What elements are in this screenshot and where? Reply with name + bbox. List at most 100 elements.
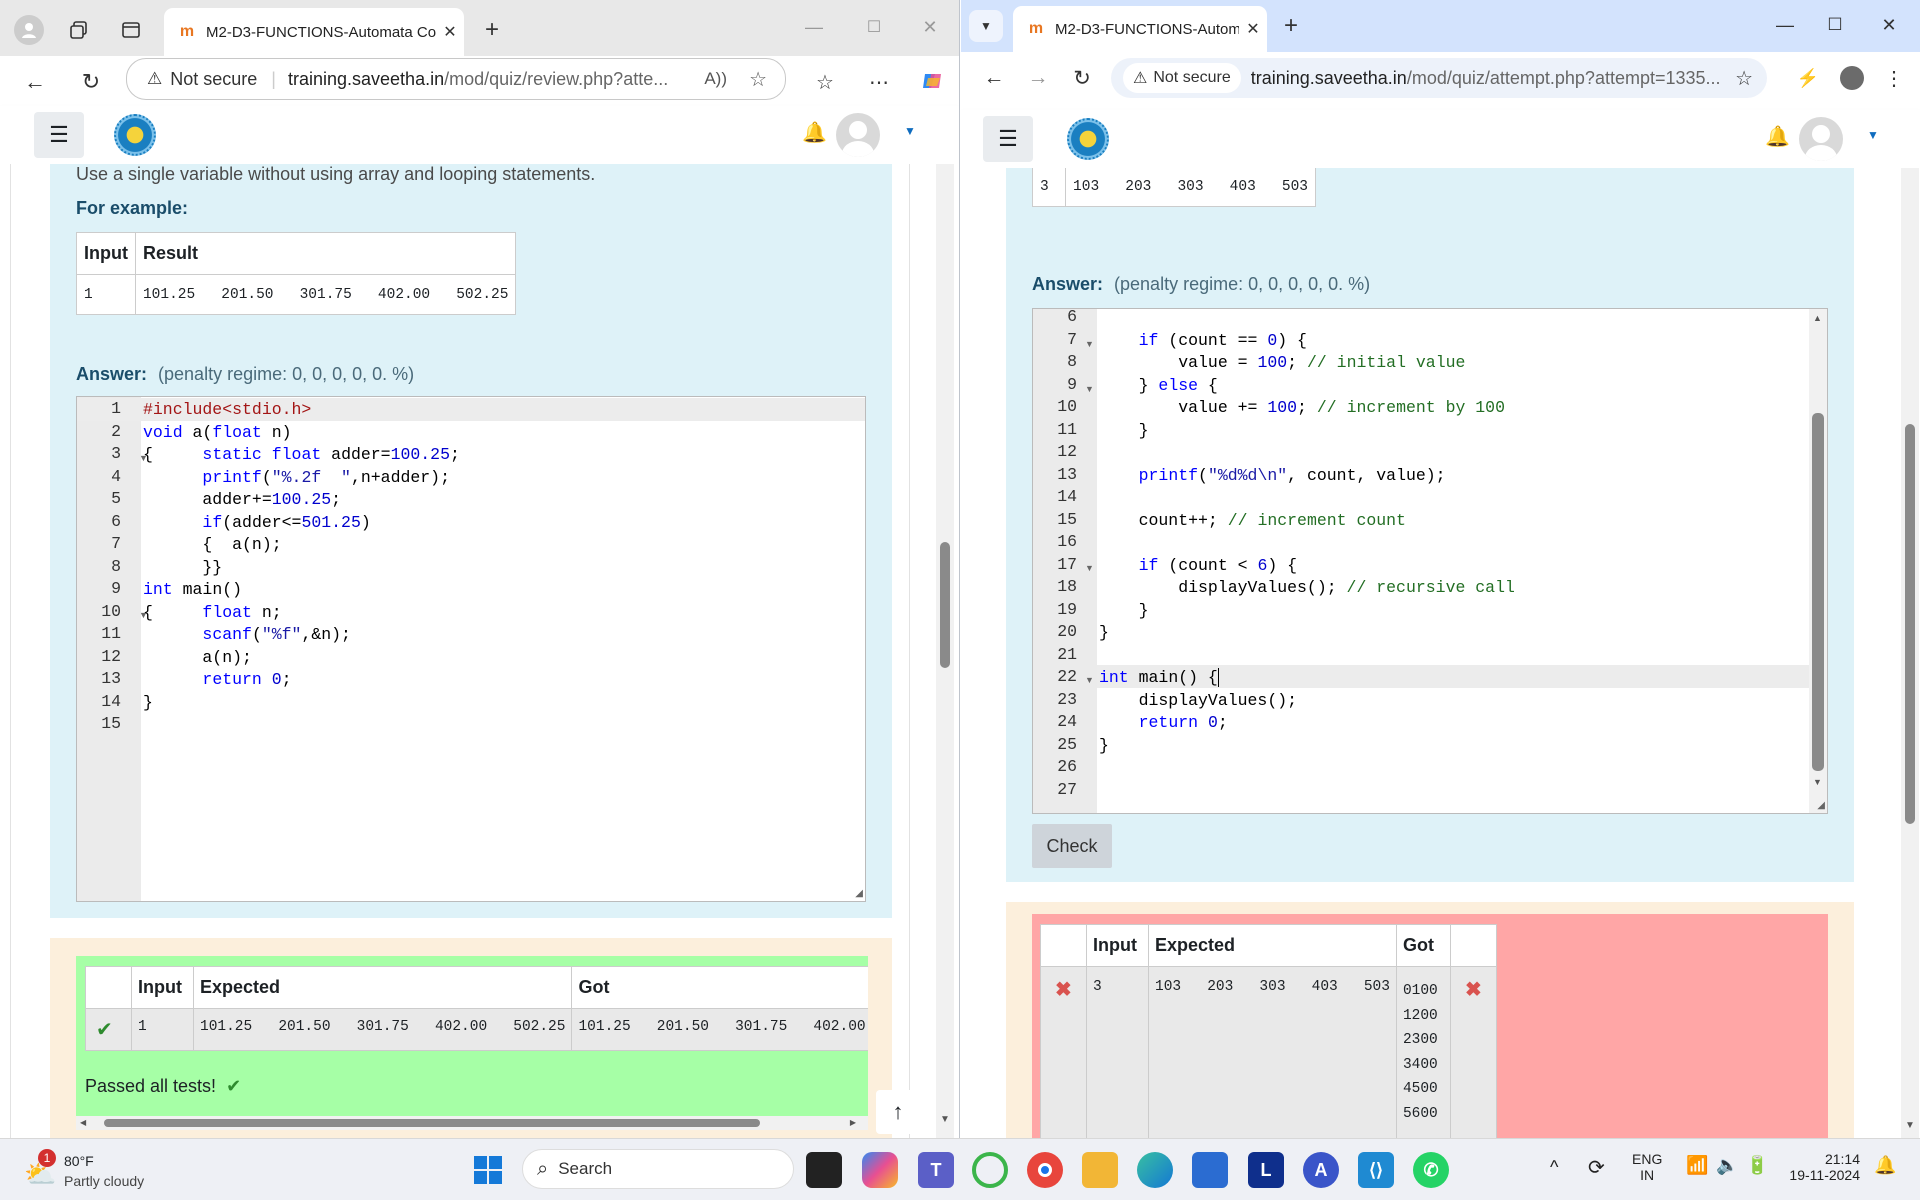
results-expected-cell: 101.25 201.50 301.75 402.00 502.25 [192, 1008, 573, 1051]
scroll-down-icon[interactable]: ▼ [940, 1114, 950, 1125]
file-explorer-icon[interactable] [1082, 1152, 1118, 1188]
user-avatar[interactable] [836, 113, 880, 157]
user-menu-chevron-down-icon[interactable]: ▼ [904, 124, 916, 138]
scroll-left-icon[interactable]: ◀ [80, 1118, 86, 1127]
scroll-down-icon[interactable]: ▼ [1813, 777, 1822, 787]
tab-quiz-attempt[interactable]: m M2-D3-FUNCTIONS-Automata ✕ [1013, 6, 1267, 52]
menu-kebab-icon[interactable]: ⋮ [1879, 61, 1909, 95]
wifi-icon[interactable]: 📶 [1686, 1155, 1708, 1176]
profile-icon[interactable] [14, 15, 44, 45]
scroll-down-icon[interactable]: ▼ [1905, 1120, 1915, 1131]
address-bar[interactable]: ⚠ Not secure training.saveetha.in/mod/qui… [1111, 58, 1767, 98]
vscode-icon[interactable]: ⟨⟩ [1358, 1152, 1394, 1188]
more-icon[interactable]: ⋯ [862, 65, 896, 99]
battery-icon[interactable]: 🔋 [1746, 1155, 1768, 1176]
copilot-icon[interactable] [862, 1152, 898, 1188]
minimize-icon[interactable]: — [796, 12, 832, 42]
edge-icon[interactable] [1137, 1152, 1173, 1188]
weather-widget[interactable]: ⛅ 1 80°F Partly cloudy [20, 1149, 270, 1191]
back-to-top-arrow-up-icon[interactable]: ↑ [876, 1090, 920, 1134]
test-results-fail-panel: Input Expected Got ✖ 3 103 203 303 403 5… [1032, 914, 1828, 1138]
copilot-icon[interactable] [916, 64, 950, 98]
menu-toggle-icon[interactable]: ☰ [34, 112, 84, 158]
resize-handle-icon[interactable]: ◢ [855, 888, 863, 899]
vertical-scrollbar[interactable]: ▲ ▼ [1901, 168, 1919, 1138]
got-line: 4500 [1402, 1081, 1438, 1097]
favorite-star-icon[interactable]: ☆ [749, 67, 767, 92]
editor-scroll-thumb[interactable] [1812, 413, 1824, 771]
l-app-icon[interactable]: L [1248, 1152, 1284, 1188]
check-button[interactable]: Check [1032, 824, 1112, 868]
clock[interactable]: 21:14 19-11-2024 [1786, 1151, 1860, 1183]
resize-handle-icon[interactable]: ◢ [1817, 800, 1825, 811]
site-logo[interactable] [1067, 118, 1109, 160]
notifications-bell-icon[interactable]: 🔔 [1765, 124, 1790, 149]
read-aloud-icon[interactable]: A)) [704, 69, 727, 89]
scroll-right-icon[interactable]: ▶ [850, 1118, 856, 1127]
vertical-tabs-icon[interactable] [116, 15, 146, 45]
task-view-icon[interactable] [806, 1152, 842, 1188]
security-warning[interactable]: ⚠ Not secure [1123, 63, 1241, 93]
code-text[interactable]: #include<stdio.h> void a(float n) { stat… [143, 399, 460, 714]
site-logo[interactable] [114, 114, 156, 156]
extensions-icon[interactable]: ⚡ [1791, 61, 1825, 95]
favorites-icon[interactable]: ☆ [808, 65, 842, 99]
maximize-icon[interactable]: ☐ [856, 12, 892, 42]
new-tab-icon[interactable]: + [1275, 10, 1307, 42]
language-indicator[interactable]: ENG IN [1632, 1151, 1662, 1183]
close-tab-icon[interactable]: ✕ [436, 22, 464, 42]
chrome-icon[interactable] [1027, 1152, 1063, 1188]
close-tab-icon[interactable]: ✕ [1239, 19, 1267, 39]
tab-search-chevron-down-icon[interactable]: ▼ [969, 10, 1003, 42]
code-editor[interactable]: 1 2 3 4 5 6 7 8 9 10 11 12 13 14 15 ▼ ▼ #include<stdio… [76, 396, 866, 902]
fold-arrow-icon[interactable]: ▼ [1085, 384, 1094, 394]
forward-icon[interactable]: → [1021, 61, 1055, 95]
notifications-bell-icon[interactable]: 🔔 [802, 120, 827, 145]
code-editor[interactable]: 6 7 8 9 10 11 12 13 14 15 16 17 18 19 20 21 22 23 24 25 26 27… [1032, 308, 1828, 814]
scroll-up-icon[interactable]: ▲ [1813, 313, 1822, 323]
back-icon[interactable]: ← [18, 65, 52, 99]
notification-bell-icon[interactable]: 🔔 [1874, 1155, 1896, 1176]
taskbar-search[interactable]: ⌕ Search [522, 1149, 794, 1189]
line-number: 23 [1057, 689, 1077, 709]
address-bar[interactable]: ⚠ Not secure | training.saveetha.in/mod/q… [126, 58, 786, 100]
security-warning[interactable]: ⚠ Not secure [147, 69, 257, 90]
close-window-icon[interactable]: ✕ [1871, 10, 1907, 40]
line-number: 15 [101, 714, 121, 733]
workspaces-icon[interactable] [64, 15, 94, 45]
maximize-icon[interactable]: ☐ [1817, 10, 1853, 40]
tab-quiz-review[interactable]: m M2-D3-FUNCTIONS-Automata Co ✕ [164, 8, 464, 56]
user-avatar[interactable] [1799, 117, 1843, 161]
menu-toggle-icon[interactable]: ☰ [983, 116, 1033, 162]
results-got-cell: 0100 1200 2300 3400 4500 5600 [1395, 966, 1451, 1138]
horizontal-scrollbar[interactable]: ◀ ▶ [76, 1116, 868, 1130]
reload-icon[interactable]: ↻ [1065, 61, 1099, 95]
vertical-scroll-thumb[interactable] [1905, 424, 1915, 824]
profile-avatar-icon[interactable] [1835, 61, 1869, 95]
volume-icon[interactable]: 🔈 [1716, 1155, 1738, 1176]
teams-icon[interactable]: T [918, 1152, 954, 1188]
whatsapp-icon[interactable]: ✆ [1413, 1152, 1449, 1188]
store-icon[interactable] [1192, 1152, 1228, 1188]
user-menu-chevron-down-icon[interactable]: ▼ [1867, 128, 1879, 142]
code-text[interactable]: if (count == 0) { value = 100; // initia… [1099, 309, 1515, 757]
new-tab-icon[interactable]: + [476, 14, 508, 46]
close-window-icon[interactable]: ✕ [912, 12, 948, 42]
minimize-icon[interactable]: — [1767, 10, 1803, 40]
fold-arrow-icon[interactable]: ▼ [1085, 563, 1094, 573]
vertical-scroll-thumb[interactable] [940, 542, 950, 668]
show-hidden-chevron-up-icon[interactable]: ^ [1550, 1157, 1558, 1178]
editor-vertical-scrollbar[interactable]: ▲ ▼ [1809, 309, 1827, 813]
start-windows-icon[interactable] [470, 1152, 506, 1188]
vertical-scrollbar[interactable]: ▲ ▼ [936, 164, 954, 1138]
sync-status-icon[interactable]: ⟳ [1588, 1155, 1605, 1180]
back-icon[interactable]: ← [977, 61, 1011, 95]
fold-arrow-icon[interactable]: ▼ [1085, 339, 1094, 349]
app-a-icon[interactable]: A [1303, 1152, 1339, 1188]
sync-app-icon[interactable] [972, 1152, 1008, 1188]
horizontal-scroll-thumb[interactable] [104, 1119, 760, 1127]
reload-icon[interactable]: ↻ [74, 65, 108, 99]
bookmark-star-icon[interactable]: ☆ [1735, 66, 1753, 91]
example-header-row: Input Result [76, 232, 517, 275]
fold-arrow-icon[interactable]: ▼ [1085, 675, 1094, 685]
